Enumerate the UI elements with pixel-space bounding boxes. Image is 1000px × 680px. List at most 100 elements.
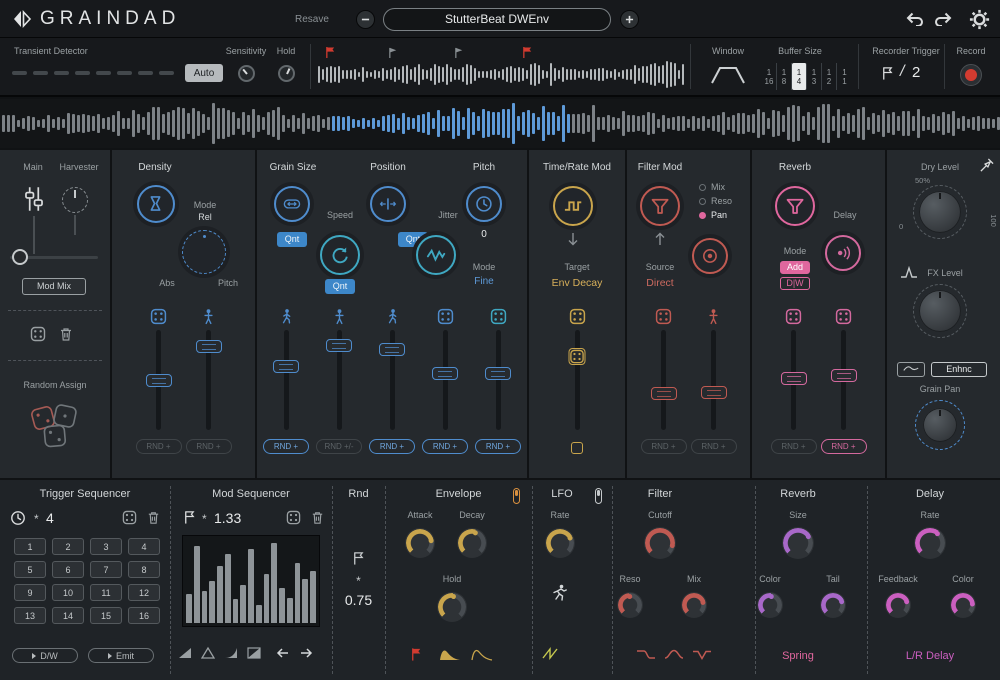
step-button-7[interactable]: 7	[90, 561, 122, 578]
mod-seq-bar[interactable]	[194, 546, 200, 623]
bandpass-curve-icon[interactable]	[664, 648, 684, 661]
mod-sequencer-chart[interactable]	[182, 535, 320, 627]
step-button-6[interactable]: 6	[52, 561, 84, 578]
mod-seq-bar[interactable]	[225, 554, 231, 623]
rnd-button[interactable]: RND +	[475, 439, 521, 454]
transient-marker-icon[interactable]	[388, 46, 399, 59]
step-button-1[interactable]: 1	[14, 538, 46, 555]
step-button-10[interactable]: 10	[52, 584, 84, 601]
time-rate-mod-knob[interactable]	[553, 186, 593, 226]
dice-icon[interactable]	[490, 308, 507, 325]
buffer-option-1-2[interactable]: 12	[822, 63, 837, 90]
mod-seq-bar[interactable]	[256, 605, 262, 623]
flag-marker-icon[interactable]	[522, 46, 533, 59]
pitch-mode-value[interactable]: Fine	[454, 276, 514, 287]
flag-trigger-icon[interactable]	[409, 646, 424, 662]
feedback-knob[interactable]	[885, 592, 911, 618]
step-button-11[interactable]: 11	[90, 584, 122, 601]
mod-slider-track[interactable]	[443, 330, 448, 430]
mod-slider[interactable]: RND +	[770, 308, 818, 454]
mod-seq-bar[interactable]	[310, 571, 316, 623]
rnd-button[interactable]: RND +	[422, 439, 468, 454]
mod-seq-bar[interactable]	[233, 599, 239, 623]
step-button-5[interactable]: 5	[14, 561, 46, 578]
sensitivity-knob[interactable]	[238, 65, 255, 82]
dry-level-knob[interactable]	[913, 185, 967, 239]
mod-seq-bar[interactable]	[248, 549, 254, 623]
flag-icon[interactable]	[182, 509, 197, 525]
filter-mod-option-reso[interactable]: Reso	[699, 194, 732, 208]
step-button-2[interactable]: 2	[52, 538, 84, 555]
ramp-lfo-icon[interactable]	[542, 646, 560, 660]
mod-slider-handle[interactable]	[326, 339, 352, 352]
mod-slider[interactable]: RND +	[135, 308, 183, 454]
preset-name-field[interactable]: StutterBeat DWEnv	[383, 8, 611, 31]
mod-slider-track[interactable]	[284, 330, 289, 430]
mod-seq-bar[interactable]	[287, 598, 293, 623]
density-mode-value[interactable]: Rel	[182, 212, 228, 223]
decay-knob[interactable]	[457, 528, 487, 558]
window-shape-icon[interactable]	[710, 65, 746, 85]
rnd-button[interactable]: RND +	[186, 439, 232, 454]
walker-icon[interactable]	[278, 308, 295, 325]
triangle-icon[interactable]	[201, 646, 215, 660]
person-icon[interactable]	[331, 308, 348, 325]
step-button-12[interactable]: 12	[128, 584, 160, 601]
step-button-8[interactable]: 8	[128, 561, 160, 578]
resave-button[interactable]: Resave	[295, 14, 329, 25]
mod-slider[interactable]: RND +	[820, 308, 868, 454]
buffer-option-1-4[interactable]: 14	[792, 63, 807, 90]
grain-pan-knob[interactable]	[915, 400, 965, 450]
harvester-knob[interactable]	[62, 187, 88, 213]
density-blend-knob[interactable]	[182, 230, 226, 274]
recorder-flag-icon[interactable]	[880, 65, 895, 82]
buffer-option-1-16[interactable]: 116	[762, 63, 777, 90]
emit-sequence-button[interactable]: Emit	[88, 648, 154, 663]
lowpass-curve-icon[interactable]	[636, 648, 656, 661]
mod-slider-track[interactable]	[337, 330, 342, 430]
speed-knob[interactable]	[320, 235, 360, 275]
mod-seq-bar[interactable]	[217, 566, 223, 623]
mod-seq-bar[interactable]	[271, 543, 277, 623]
transient-marker-icon[interactable]	[454, 46, 465, 59]
mod-slider[interactable]: RND +	[640, 308, 688, 454]
person-icon[interactable]	[200, 308, 217, 325]
mod-slider-track[interactable]	[390, 330, 395, 430]
envelope-power-toggle[interactable]	[513, 488, 520, 504]
envelope-shape-filled-icon[interactable]	[439, 647, 461, 661]
step-button-14[interactable]: 14	[52, 607, 84, 624]
mod-slider[interactable]: RND +	[262, 308, 310, 454]
mod-mix-button[interactable]: Mod Mix	[22, 278, 86, 295]
mod-slider-handle[interactable]	[651, 387, 677, 400]
pitch-knob[interactable]	[466, 186, 502, 222]
mod-slider-handle[interactable]	[273, 360, 299, 373]
buffer-option-1-8[interactable]: 18	[777, 63, 792, 90]
fx-shape-button[interactable]	[897, 362, 925, 377]
filter-mod-option-mix[interactable]: Mix	[699, 180, 732, 194]
size-knob[interactable]	[782, 527, 814, 559]
pan-mod-knob[interactable]	[692, 238, 728, 274]
mod-seq-bar[interactable]	[279, 588, 285, 623]
delay-color-knob[interactable]	[950, 592, 976, 618]
mod-slider-track[interactable]	[575, 330, 580, 430]
dice-icon[interactable]	[785, 308, 802, 325]
mod-mix-slider-handle[interactable]	[12, 249, 28, 265]
mod-slider[interactable]: RND +	[421, 308, 469, 454]
dice-icon[interactable]	[835, 308, 852, 325]
trigger-mult-value[interactable]: 4	[46, 510, 54, 526]
mod-slider[interactable]: RND +	[368, 308, 416, 454]
walker-icon[interactable]	[384, 308, 401, 325]
rnd-button[interactable]: RND +	[136, 439, 182, 454]
mod-seq-bar[interactable]	[240, 585, 246, 623]
undo-icon[interactable]	[905, 10, 925, 30]
delay-mod-knob[interactable]	[825, 235, 861, 271]
mod-slider-track[interactable]	[791, 330, 796, 430]
settings-gear-icon[interactable]	[968, 8, 991, 31]
rnd-button[interactable]: RND +	[771, 439, 817, 454]
mod-slider-handle[interactable]	[146, 374, 172, 387]
transient-segments[interactable]	[12, 71, 174, 75]
random-assign-dice-icon[interactable]	[25, 398, 85, 454]
notch-curve-icon[interactable]	[692, 648, 712, 661]
dice-slider-handle[interactable]	[569, 348, 586, 365]
mod-seq-bar[interactable]	[202, 591, 208, 623]
